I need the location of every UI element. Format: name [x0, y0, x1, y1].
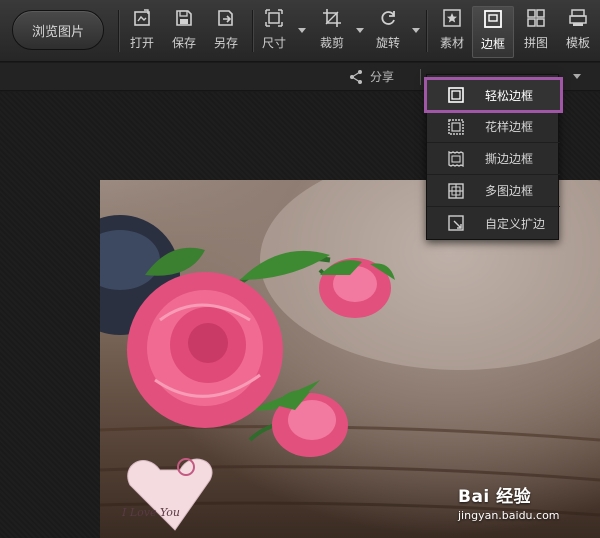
menu-item-label: 轻松边框 [485, 88, 534, 103]
rotate-button[interactable]: 旋转 [368, 8, 408, 56]
pattern-frame-icon [447, 118, 465, 136]
save-icon [174, 8, 194, 28]
baidu-watermark: Bai 经验 jingyan.baidu.com [458, 482, 598, 534]
open-label: 打开 [129, 36, 154, 50]
menu-item-torn-border[interactable]: 撕边边框 [427, 143, 560, 175]
star-icon [442, 8, 462, 28]
menu-item-label: 撕边边框 [485, 152, 534, 166]
custom-expand-icon [447, 214, 465, 232]
open-button[interactable]: 打开 [122, 8, 162, 56]
share-label: 分享 [370, 70, 395, 84]
menu-item-custom-expand[interactable]: 自定义扩边 [427, 207, 560, 239]
template-label: 模板 [565, 36, 590, 50]
material-label: 素材 [439, 36, 464, 50]
subbar-divider [420, 69, 421, 85]
menu-item-pattern-border[interactable]: 花样边框 [427, 111, 560, 143]
toolbar-divider [426, 10, 427, 52]
multi-frame-icon [447, 182, 465, 200]
border-dropdown-menu: 轻松边框 花样边框 撕边边框 多图边框 自定义扩边 [424, 74, 563, 240]
puzzle-label: 拼图 [523, 36, 548, 50]
crop-icon [322, 8, 342, 28]
rotate-label: 旋转 [375, 36, 400, 50]
browse-images-button[interactable]: 浏览图片 [12, 10, 104, 50]
share-icon [350, 69, 362, 84]
heart-text: I Love You [122, 506, 181, 519]
crop-label: 裁剪 [319, 36, 344, 50]
save-label: 保存 [171, 36, 196, 50]
size-label: 尺寸 [261, 36, 286, 50]
menu-item-label: 多图边框 [485, 184, 534, 198]
template-icon [568, 8, 588, 28]
share-button[interactable]: 分享 [348, 68, 394, 85]
grid-icon [526, 8, 546, 28]
save-as-button[interactable]: 另存 [206, 8, 246, 56]
rotate-dropdown-caret-icon[interactable] [412, 28, 420, 33]
size-button[interactable]: 尺寸 [254, 8, 294, 56]
border-label: 边框 [480, 37, 505, 51]
menu-item-label: 自定义扩边 [485, 216, 546, 231]
torn-edge-frame-icon [447, 150, 465, 168]
open-icon [132, 8, 152, 28]
frame-icon [483, 9, 503, 29]
material-button[interactable]: 素材 [432, 8, 472, 56]
subbar-dropdown-caret-icon[interactable] [573, 74, 581, 79]
menu-item-multi-border[interactable]: 多图边框 [427, 175, 560, 207]
resize-icon [264, 8, 284, 28]
toolbar-divider [252, 10, 253, 52]
save-as-label: 另存 [213, 36, 238, 50]
simple-frame-icon [447, 86, 465, 104]
watermark-url: jingyan.baidu.com [458, 509, 560, 522]
border-button[interactable]: 边框 [472, 6, 514, 58]
main-toolbar: 浏览图片 打开 保存 另存 尺寸 裁剪 旋转 素材 边框 拼图 模板 [0, 0, 600, 62]
puzzle-button[interactable]: 拼图 [516, 8, 556, 56]
save-button[interactable]: 保存 [164, 8, 204, 56]
menu-item-label: 花样边框 [485, 120, 534, 134]
watermark-brand: Bai 经验 [458, 487, 532, 507]
template-button[interactable]: 模板 [558, 8, 598, 56]
rotate-icon [378, 8, 398, 28]
crop-dropdown-caret-icon[interactable] [356, 28, 364, 33]
toolbar-divider [118, 10, 119, 52]
crop-button[interactable]: 裁剪 [312, 8, 352, 56]
save-as-icon [216, 8, 236, 28]
menu-item-simple-border[interactable]: 轻松边框 [424, 77, 563, 113]
size-dropdown-caret-icon[interactable] [298, 28, 306, 33]
